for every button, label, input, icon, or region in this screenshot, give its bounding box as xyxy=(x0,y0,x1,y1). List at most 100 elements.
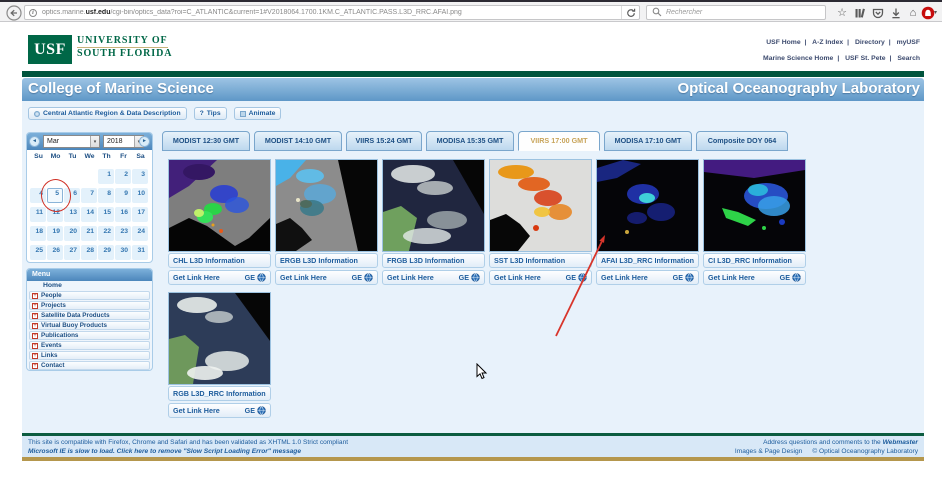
ergb-info-link[interactable]: ERGB L3D Information xyxy=(275,253,378,268)
tab-viirs-1700-active[interactable]: VIIRS 17:00 GMT xyxy=(518,131,600,151)
tab-modisa-1710[interactable]: MODISA 17:10 GMT xyxy=(604,131,692,151)
sidebar-item-people[interactable]: +People xyxy=(29,291,150,300)
chl-info-link[interactable]: CHL L3D Information xyxy=(168,253,271,268)
info-icon[interactable]: i xyxy=(29,9,37,17)
ci-info-link[interactable]: CI L3D_RRC Information xyxy=(703,253,806,268)
sst-info-link[interactable]: SST L3D Information xyxy=(489,253,592,268)
afai-info-link[interactable]: AFAI L3D_RRC Information xyxy=(596,253,699,268)
reload-icon[interactable] xyxy=(621,5,639,20)
sidebar-item-publications[interactable]: +Publications xyxy=(29,331,150,340)
afai-get-link[interactable]: Get Link Here xyxy=(601,271,648,284)
tab-modist-1410[interactable]: MODIST 14:10 GMT xyxy=(254,131,342,151)
calendar-day[interactable]: 9 xyxy=(115,188,131,203)
search-bar[interactable]: Rechercher xyxy=(646,5,826,20)
calendar-day[interactable]: 23 xyxy=(115,226,131,241)
sidebar-item-home[interactable]: Home xyxy=(27,281,152,291)
sst-get-link[interactable]: Get Link Here xyxy=(494,271,541,284)
adblock-menu-caret-icon[interactable]: ▾ xyxy=(934,9,937,16)
tab-composite-doy064[interactable]: Composite DOY 064 xyxy=(696,131,788,151)
calendar-day[interactable]: 26 xyxy=(47,245,63,260)
afai-thumbnail[interactable] xyxy=(596,159,699,252)
calendar-day[interactable]: 19 xyxy=(47,226,63,241)
url-bar[interactable]: i optics.marine.usf.edu/cgi-bin/optics_d… xyxy=(24,5,640,20)
prev-month-icon[interactable]: ◄ xyxy=(29,136,40,147)
back-button[interactable] xyxy=(5,4,22,21)
calendar-day[interactable]: 11 xyxy=(30,207,46,222)
calendar-day[interactable]: 18 xyxy=(30,226,46,241)
ci-ge-link[interactable]: GE xyxy=(780,271,801,284)
calendar-day[interactable]: 22 xyxy=(98,226,114,241)
sidebar-item-events[interactable]: +Events xyxy=(29,341,150,350)
calendar-day[interactable]: 10 xyxy=(132,188,148,203)
home-icon[interactable]: ⌂ xyxy=(905,5,921,21)
rgb-info-link[interactable]: RGB L3D_RRC Information xyxy=(168,386,271,401)
calendar-day[interactable]: 16 xyxy=(115,207,131,222)
year-select[interactable]: 2018 ▾ xyxy=(103,135,144,148)
download-icon[interactable] xyxy=(888,5,904,21)
sidebar-item-projects[interactable]: +Projects xyxy=(29,301,150,310)
calendar-day[interactable]: 7 xyxy=(81,188,97,203)
next-month-icon[interactable]: ► xyxy=(139,136,150,147)
animate-button[interactable]: Animate xyxy=(234,107,282,120)
sidebar-item-links[interactable]: +Links xyxy=(29,351,150,360)
link-usf-home[interactable]: USF Home xyxy=(766,39,810,46)
link-directory[interactable]: Directory xyxy=(855,39,895,46)
frgb-thumbnail[interactable] xyxy=(382,159,485,252)
ergb-get-link[interactable]: Get Link Here xyxy=(280,271,327,284)
ci-get-link[interactable]: Get Link Here xyxy=(708,271,755,284)
calendar-day[interactable]: 2 xyxy=(115,169,131,184)
tab-modist-1230[interactable]: MODIST 12:30 GMT xyxy=(162,131,250,151)
tab-modisa-1535[interactable]: MODISA 15:35 GMT xyxy=(426,131,514,151)
calendar-day[interactable]: 29 xyxy=(98,245,114,260)
tab-viirs-1524[interactable]: VIIRS 15:24 GMT xyxy=(346,131,422,151)
calendar-day[interactable]: 3 xyxy=(132,169,148,184)
link-marine-science-home[interactable]: Marine Science Home xyxy=(763,55,843,62)
month-dropdown-arrow-icon[interactable]: ▾ xyxy=(90,136,99,147)
library-icon[interactable] xyxy=(852,5,868,21)
ergb-thumbnail[interactable] xyxy=(275,159,378,252)
sst-thumbnail[interactable] xyxy=(489,159,592,252)
webmaster-link[interactable]: Webmaster xyxy=(883,439,918,446)
rgb-get-link[interactable]: Get Link Here xyxy=(173,404,220,417)
sidebar-item-contact[interactable]: +Contact xyxy=(29,361,150,370)
chl-thumbnail[interactable] xyxy=(168,159,271,252)
chl-ge-link[interactable]: GE xyxy=(245,271,266,284)
month-select[interactable]: Mar ▾ xyxy=(43,135,100,148)
afai-ge-link[interactable]: GE xyxy=(673,271,694,284)
rgb-thumbnail[interactable] xyxy=(168,292,271,385)
sidebar-item-satellite-data-products[interactable]: +Satellite Data Products xyxy=(29,311,150,320)
calendar-day[interactable]: 1 xyxy=(98,169,114,184)
link-az-index[interactable]: A-Z Index xyxy=(812,39,853,46)
calendar-day[interactable]: 24 xyxy=(132,226,148,241)
frgb-get-link[interactable]: Get Link Here xyxy=(387,271,434,284)
calendar-day[interactable]: 13 xyxy=(64,207,80,222)
calendar-day[interactable]: 15 xyxy=(98,207,114,222)
pocket-icon[interactable] xyxy=(870,5,886,21)
calendar-day[interactable]: 21 xyxy=(81,226,97,241)
rgb-ge-link[interactable]: GE xyxy=(245,404,266,417)
link-usf-st-pete[interactable]: USF St. Pete xyxy=(845,55,895,62)
calendar-day[interactable]: 25 xyxy=(30,245,46,260)
calendar-day[interactable]: 20 xyxy=(64,226,80,241)
chl-get-link[interactable]: Get Link Here xyxy=(173,271,220,284)
calendar-day[interactable]: 31 xyxy=(132,245,148,260)
link-myusf[interactable]: myUSF xyxy=(897,39,920,46)
calendar-day[interactable]: 8 xyxy=(98,188,114,203)
sst-ge-link[interactable]: GE xyxy=(566,271,587,284)
ci-thumbnail[interactable] xyxy=(703,159,806,252)
link-search[interactable]: Search xyxy=(897,55,920,62)
usf-logo[interactable]: USF xyxy=(28,35,72,64)
tips-button[interactable]: ? Tips xyxy=(194,107,227,120)
calendar-day[interactable]: 27 xyxy=(64,245,80,260)
footer-ie-notice-link[interactable]: Microsoft IE is slow to load. Click here… xyxy=(28,447,348,456)
ergb-ge-link[interactable]: GE xyxy=(352,271,373,284)
calendar-day[interactable]: 14 xyxy=(81,207,97,222)
calendar-day[interactable]: 30 xyxy=(115,245,131,260)
sidebar-item-virtual-buoy-products[interactable]: +Virtual Buoy Products xyxy=(29,321,150,330)
bookmark-star-icon[interactable]: ☆ xyxy=(834,5,850,21)
calendar-day[interactable]: 17 xyxy=(132,207,148,222)
region-description-button[interactable]: Central Atlantic Region & Data Descripti… xyxy=(28,107,187,120)
frgb-info-link[interactable]: FRGB L3D Information xyxy=(382,253,485,268)
frgb-ge-link[interactable]: GE xyxy=(459,271,480,284)
calendar-day[interactable]: 28 xyxy=(81,245,97,260)
